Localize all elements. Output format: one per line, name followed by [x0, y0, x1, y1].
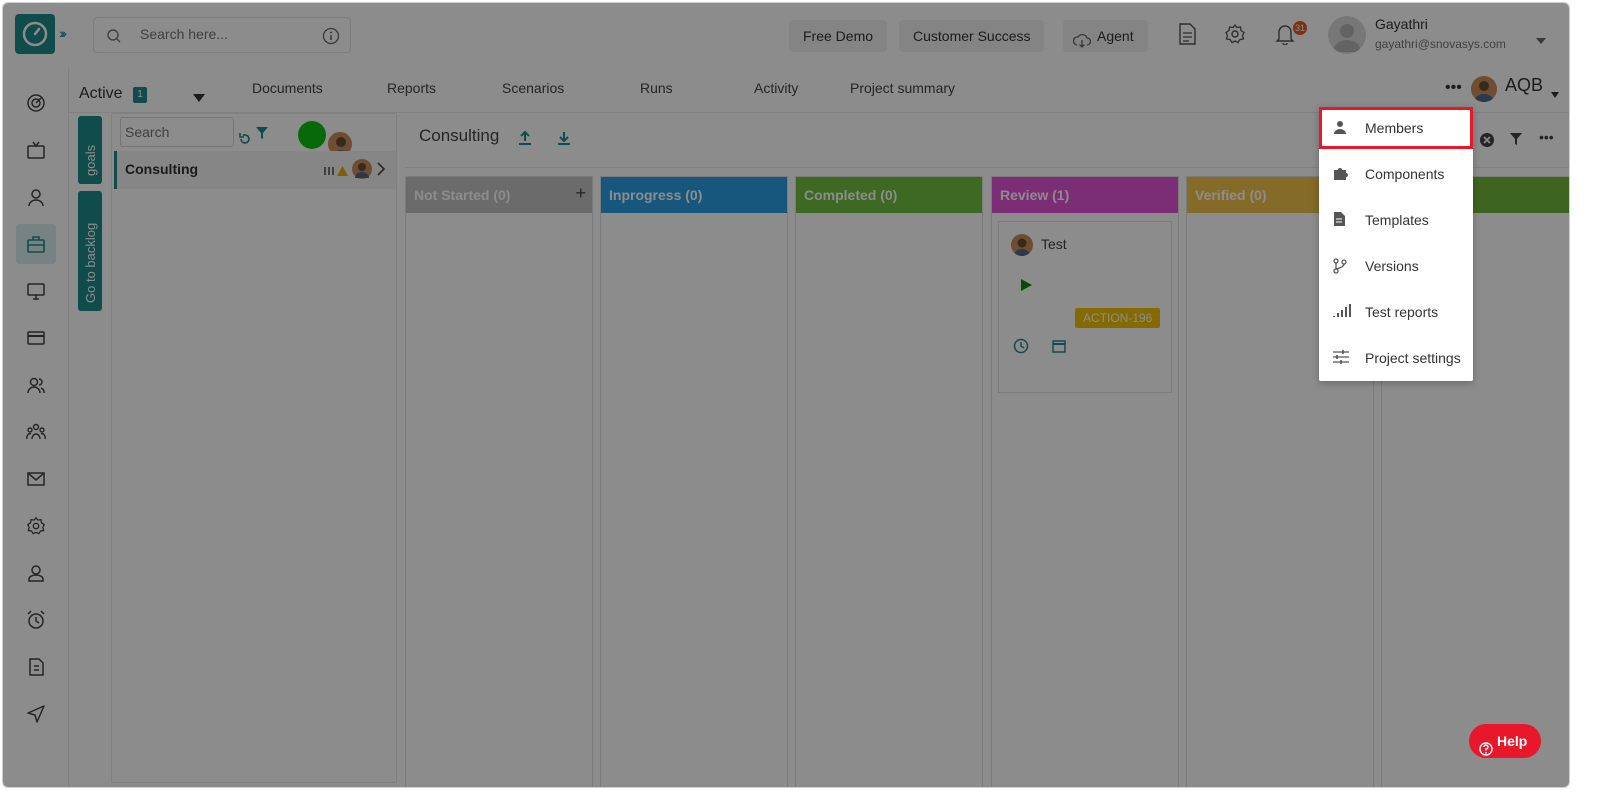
menu-item-label: Members	[1365, 120, 1424, 136]
menu-item-label: Components	[1365, 166, 1445, 182]
menu-item-project-settings[interactable]: Project settings	[1319, 337, 1473, 379]
app-window: ››› Free Demo Customer Success Agent	[2, 2, 1570, 788]
help-button-label: Help	[1497, 733, 1528, 749]
puzzle-icon	[1333, 166, 1349, 185]
menu-item-versions[interactable]: Versions	[1319, 245, 1473, 287]
branch-icon	[1333, 258, 1347, 279]
project-options-menu: Members Components Templates Versions Te…	[1319, 107, 1473, 381]
menu-item-label: Project settings	[1365, 350, 1461, 366]
menu-item-label: Test reports	[1365, 304, 1439, 320]
question-circle-icon	[1479, 734, 1493, 768]
menu-item-label: Versions	[1365, 258, 1419, 274]
menu-item-templates[interactable]: Templates	[1319, 199, 1473, 241]
menu-item-members[interactable]: Members	[1319, 107, 1473, 149]
menu-item-label: Templates	[1365, 212, 1429, 228]
person-icon	[1333, 120, 1347, 139]
menu-item-components[interactable]: Components	[1319, 153, 1473, 195]
signal-bars-icon	[1333, 304, 1351, 323]
file-icon	[1333, 212, 1345, 231]
help-button[interactable]: Help	[1469, 724, 1541, 758]
menu-item-test-reports[interactable]: Test reports	[1319, 291, 1473, 333]
sliders-icon	[1333, 350, 1349, 369]
